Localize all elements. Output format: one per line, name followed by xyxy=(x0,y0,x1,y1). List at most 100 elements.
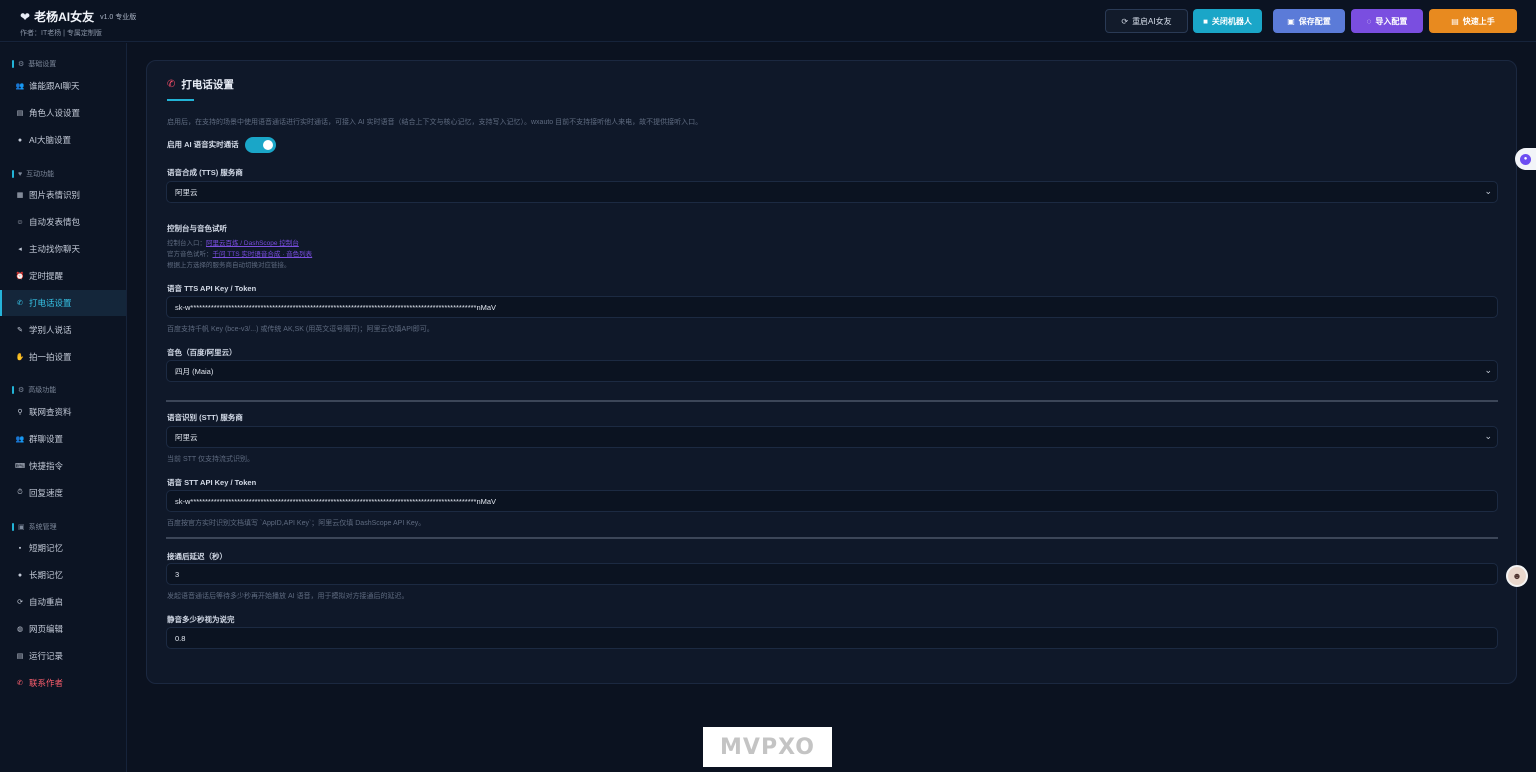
delay-label: 接通后延迟（秒） xyxy=(167,552,227,561)
section-basic: ⚙ 基础设置 xyxy=(12,59,56,69)
sidebar-item-contact-author[interactable]: ✆ 联系作者 xyxy=(0,670,126,696)
tts-provider-select[interactable]: 阿里云 ⌄ xyxy=(166,181,1498,203)
image-icon: ▦ xyxy=(16,192,24,199)
app-subtitle: 作者：IT老杨 | 专属定制版 xyxy=(20,30,102,37)
chat-icon: ● xyxy=(17,136,23,144)
chevron-down-icon: ⌄ xyxy=(1484,365,1492,375)
floating-assistant-tab[interactable]: ● xyxy=(1515,148,1536,170)
sidebar-item-short-memory[interactable]: ▪ 短期记忆 xyxy=(0,535,126,561)
sidebar-item-proactive-chat[interactable]: ◂ 主动找你聊天 xyxy=(0,236,126,262)
console-entry-line: 控制台入口：阿里云百炼 / DashScope 控制台 xyxy=(167,240,299,247)
refresh-icon: ⟳ xyxy=(17,599,23,606)
sidebar: ⚙ 基础设置 👥 谁能跟AI聊天 ▤ 角色人设设置 ● AI大脑设置 ♥ 互动功能 ▦ 图片… xyxy=(0,43,127,772)
section-system: ▣ 系统管理 xyxy=(12,522,57,532)
phone-icon: ✆ xyxy=(167,79,176,90)
stt-provider-hint: 当前 STT 仅支持流式识别。 xyxy=(167,456,254,463)
app-version: v1.0 专业版 xyxy=(100,13,137,21)
sidebar-item-reminder[interactable]: ⏰ 定时提醒 xyxy=(0,263,126,289)
group-icon: 👥 xyxy=(15,436,25,443)
enable-call-toggle[interactable] xyxy=(245,137,276,153)
phone-icon: ✆ xyxy=(17,300,23,307)
voice-demo-link[interactable]: 千问 TTS 实时语音合成 · 音色列表 xyxy=(213,251,313,258)
hand-icon: ✋ xyxy=(15,354,25,361)
settings-icon: ⚙ xyxy=(18,61,25,68)
brain-icon: ● xyxy=(17,571,23,579)
top-header: ❤ 老杨AI女友 v1.0 专业版 作者：IT老杨 | 专属定制版 ⟳ 重启AI… xyxy=(0,0,1536,42)
enable-call-label: 启用 AI 语音实时通话 xyxy=(167,140,239,149)
chevron-down-icon: ⌄ xyxy=(1484,186,1492,196)
sidebar-item-who-can-chat[interactable]: 👥 谁能跟AI聊天 xyxy=(0,73,126,99)
silence-input[interactable]: 0.8 xyxy=(166,627,1498,649)
smile-icon: ☺ xyxy=(16,218,24,226)
brand: ❤ 老杨AI女友 v1.0 专业版 作者：IT老杨 | 专属定制版 xyxy=(20,8,136,38)
stt-key-label: 语音 STT API Key / Token xyxy=(167,478,257,487)
sidebar-item-run-log[interactable]: ▤ 运行记录 xyxy=(0,643,126,669)
alarm-icon: ⏰ xyxy=(15,273,25,280)
sidebar-item-phone-call[interactable]: ✆ 打电话设置 xyxy=(0,290,126,316)
avatar-icon: ☻ xyxy=(1512,571,1522,581)
silence-label: 静音多少秒视为说完 xyxy=(167,615,235,624)
section-advanced: ⚙ 高级功能 xyxy=(12,385,56,395)
stt-provider-label: 语音识别 (STT) 服务商 xyxy=(167,413,243,422)
auto-switch-note: 根据上方选择的服务商自动切换对应链接。 xyxy=(167,262,291,269)
stop-icon: ■ xyxy=(1203,16,1208,26)
section-divider xyxy=(166,400,1498,402)
heart-icon: ❤ xyxy=(20,9,31,24)
users-icon: 👥 xyxy=(15,83,25,90)
stopwatch-icon: ⏱ xyxy=(17,489,23,496)
sidebar-item-ai-brain[interactable]: ● AI大脑设置 xyxy=(0,127,126,153)
book-icon: ▤ xyxy=(1451,16,1459,26)
clipboard-icon: ▤ xyxy=(16,653,24,660)
tts-key-input[interactable]: sk-w************************************… xyxy=(166,296,1498,318)
console-label: 控制台与音色试听 xyxy=(167,224,227,233)
stt-provider-select[interactable]: 阿里云 ⌄ xyxy=(166,426,1498,448)
sidebar-item-group-chat[interactable]: 👥 群聊设置 xyxy=(0,426,126,452)
phone-icon: ✆ xyxy=(17,680,23,687)
sidebar-item-web-editor[interactable]: ◍ 网页编辑 xyxy=(0,616,126,642)
watermark: MVPXO xyxy=(703,727,832,767)
voice-demo-line: 官方音色试听：千问 TTS 实时语音合成 · 音色列表 xyxy=(167,251,313,258)
sidebar-item-long-memory[interactable]: ● 长期记忆 xyxy=(0,562,126,588)
sidebar-item-shortcuts[interactable]: ⌨ 快捷指令 xyxy=(0,453,126,479)
settings-card: ✆ 打电话设置 启用后，在支持的场景中使用语音通话进行实时通话，可接入 AI 实… xyxy=(146,60,1517,684)
pen-icon: ✎ xyxy=(17,327,23,334)
section-interact: ♥ 互动功能 xyxy=(12,169,54,179)
sidebar-item-pat[interactable]: ✋ 拍一拍设置 xyxy=(0,344,126,370)
title-underline xyxy=(167,99,194,101)
quick-start-button[interactable]: ▤ 快速上手 xyxy=(1429,9,1517,33)
sidebar-item-web-search[interactable]: ⚲ 联网查资料 xyxy=(0,399,126,425)
disk-icon: ▪ xyxy=(18,544,22,552)
stt-key-input[interactable]: sk-w************************************… xyxy=(166,490,1498,512)
tts-provider-label: 语音合成 (TTS) 服务商 xyxy=(167,168,243,177)
sidebar-item-reply-speed[interactable]: ⏱ 回复速度 xyxy=(0,480,126,506)
sidebar-item-image-recognition[interactable]: ▦ 图片表情识别 xyxy=(0,182,126,208)
document-icon: ▤ xyxy=(16,110,24,117)
floating-avatar[interactable]: ☻ xyxy=(1506,565,1528,587)
keyboard-icon: ⌨ xyxy=(15,463,26,470)
voice-select[interactable]: 四月 (Maia) ⌄ xyxy=(166,360,1498,382)
tts-key-label: 语音 TTS API Key / Token xyxy=(167,284,257,293)
gear-icon: ⚙ xyxy=(18,387,25,394)
close-bot-button[interactable]: ■ 关闭机器人 xyxy=(1193,9,1262,33)
globe-icon: ◍ xyxy=(16,626,24,633)
app-title: 老杨AI女友 xyxy=(34,10,95,24)
sidebar-item-auto-restart[interactable]: ⟳ 自动重启 xyxy=(0,589,126,615)
intro-text: 启用后，在支持的场景中使用语音通话进行实时通话，可接入 AI 实时语音（结合上下… xyxy=(167,119,703,126)
search-icon: ⚲ xyxy=(17,409,23,416)
delay-input[interactable]: 3 xyxy=(166,563,1498,585)
save-config-button[interactable]: ▣ 保存配置 xyxy=(1273,9,1345,33)
sidebar-item-emoji[interactable]: ☺ 自动发表情包 xyxy=(0,209,126,235)
import-config-button[interactable]: ◌ 导入配置 xyxy=(1351,9,1423,33)
chevron-down-icon: ⌄ xyxy=(1484,431,1492,441)
save-icon: ▣ xyxy=(1287,16,1295,26)
page-title: ✆ 打电话设置 xyxy=(167,79,234,91)
restart-button[interactable]: ⟳ 重启AI女友 xyxy=(1105,9,1188,33)
console-link[interactable]: 阿里云百炼 / DashScope 控制台 xyxy=(206,240,299,247)
megaphone-icon: ◂ xyxy=(18,246,22,253)
voice-label: 音色（百度/阿里云） xyxy=(167,348,237,357)
tts-key-hint: 百度支持千帆 Key (bce-v3/...) 或传统 AK,SK (用英文逗号… xyxy=(167,326,434,333)
sidebar-item-imitate[interactable]: ✎ 学别人说话 xyxy=(0,317,126,343)
delay-hint: 发起语音通话后等待多少秒再开始播放 AI 语音，用于模拟对方接通后的延迟。 xyxy=(167,593,409,600)
sidebar-item-persona[interactable]: ▤ 角色人设设置 xyxy=(0,100,126,126)
toggle-knob xyxy=(263,140,273,150)
